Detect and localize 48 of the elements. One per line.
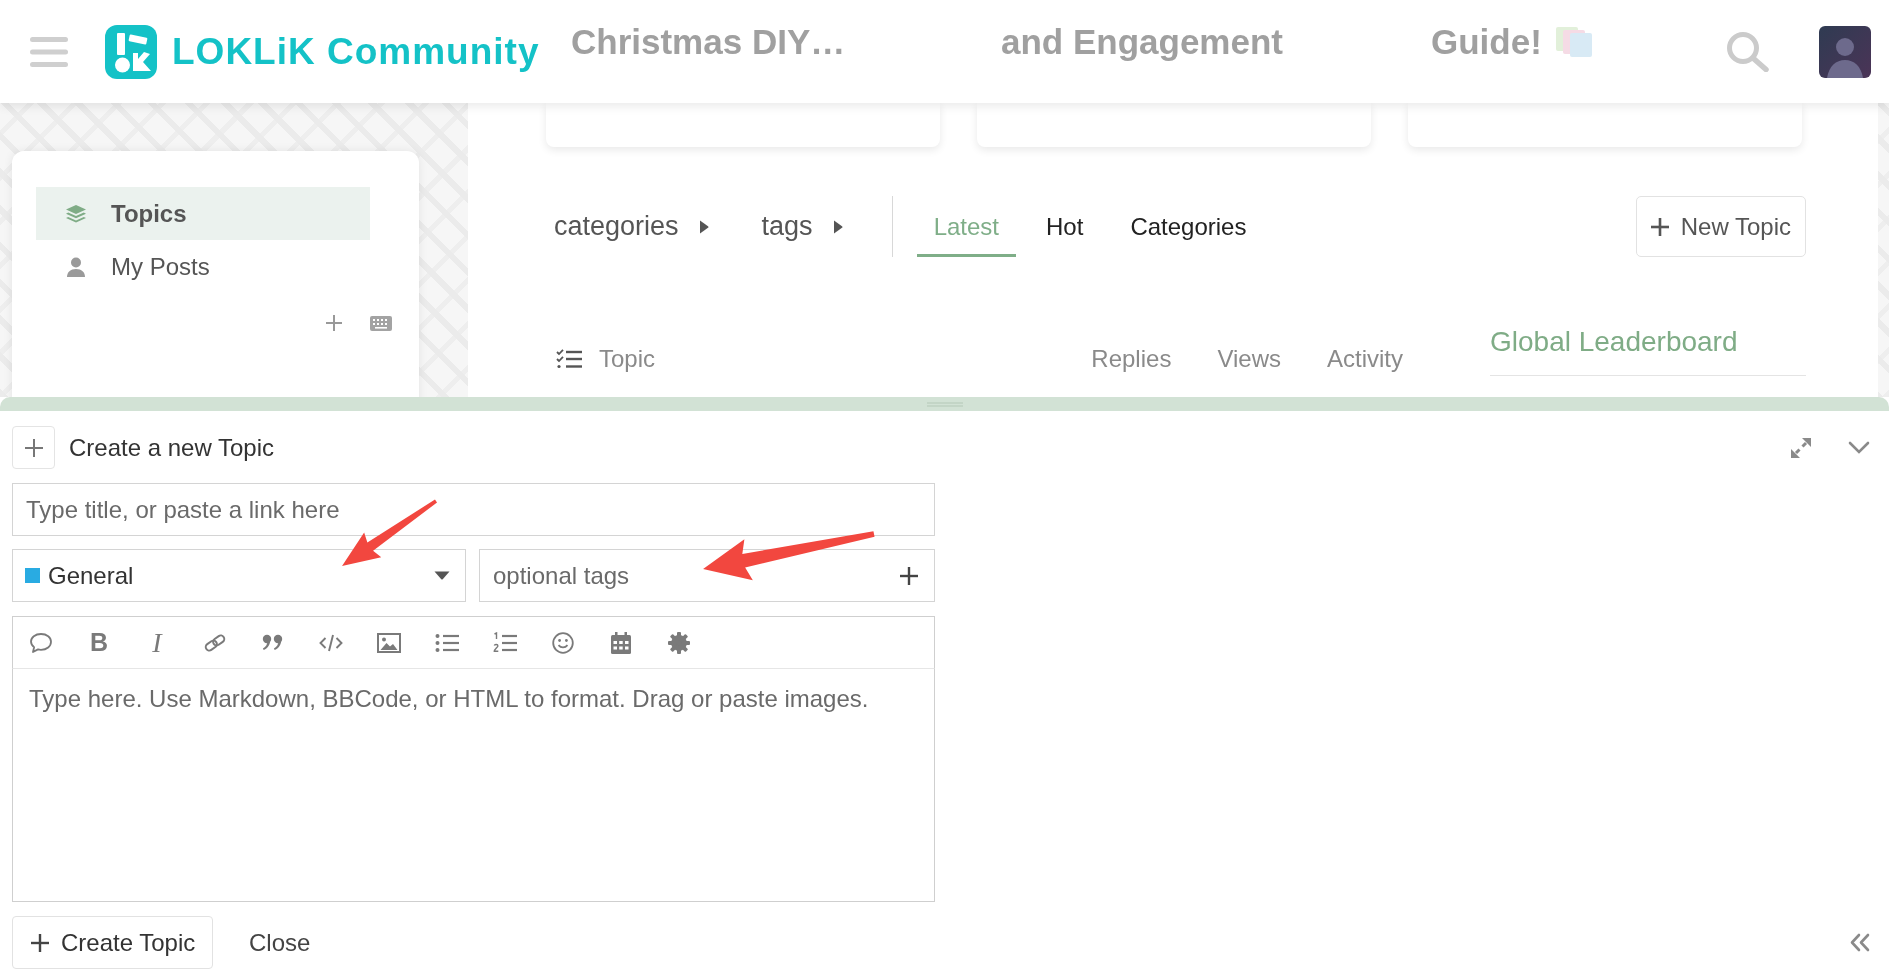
quote-icon[interactable] [262, 633, 284, 652]
checklist-icon [556, 349, 582, 369]
tags-field[interactable]: optional tags [479, 549, 935, 602]
smiley-icon[interactable] [552, 631, 574, 654]
layers-icon [66, 204, 86, 223]
plus-icon [24, 438, 43, 457]
caret-icon [832, 218, 843, 235]
close-button[interactable]: Close [245, 916, 315, 969]
person-icon [66, 256, 86, 277]
image-icon[interactable] [377, 632, 401, 653]
avatar[interactable] [1819, 25, 1871, 78]
code-icon[interactable] [319, 633, 343, 652]
speech-bubble-icon[interactable] [29, 631, 53, 654]
keyboard-icon[interactable] [370, 315, 392, 331]
nav-tab[interactable]: Hot [1029, 196, 1101, 257]
sidebar-item[interactable]: My Posts [36, 240, 370, 293]
chevron-down-icon[interactable] [1848, 441, 1870, 454]
leaderboard-title: Global Leaderboard [1490, 326, 1738, 358]
category-dropdown[interactable]: General [12, 549, 466, 602]
link-icon[interactable] [203, 631, 227, 654]
italic-button[interactable]: I [137, 622, 177, 663]
bullet-list-icon[interactable] [435, 632, 459, 653]
editor-field[interactable]: Type here. Use Markdown, BBCode, or HTML to format. Drag or paste images. [12, 669, 935, 902]
create-topic-button[interactable]: Create Topic [12, 916, 213, 969]
double-chevron-icon[interactable] [1850, 933, 1870, 952]
expand-icon[interactable] [1790, 436, 1812, 459]
card-title: Christmas DIY… [571, 22, 846, 62]
settings-icon[interactable] [668, 631, 690, 654]
card-title: Guide! [1431, 22, 1542, 62]
sidebar-item[interactable]: Topics [36, 187, 370, 240]
numbered-list-icon[interactable] [493, 631, 517, 654]
filter-dropdown[interactable]: categories [546, 196, 717, 257]
caret-icon [434, 571, 450, 580]
title-field[interactable]: Type title, or paste a link here [12, 483, 935, 536]
card-title: and Engagement [1001, 22, 1283, 62]
logo-icon[interactable] [105, 24, 157, 79]
caret-icon [698, 218, 709, 235]
plus-icon [31, 933, 49, 952]
composer-title: Create a new Topic [69, 433, 274, 462]
bold-button[interactable]: B [79, 622, 119, 663]
nav-tab[interactable]: Categories [1113, 196, 1264, 257]
new-topic-button[interactable]: New Topic [1635, 196, 1806, 257]
calendar-icon[interactable] [611, 631, 631, 654]
plus-icon[interactable] [900, 566, 918, 585]
add-button[interactable] [12, 426, 55, 469]
pages-icon [1555, 27, 1592, 57]
filter-dropdown[interactable]: tags [753, 196, 851, 257]
plus-icon [1650, 217, 1669, 236]
